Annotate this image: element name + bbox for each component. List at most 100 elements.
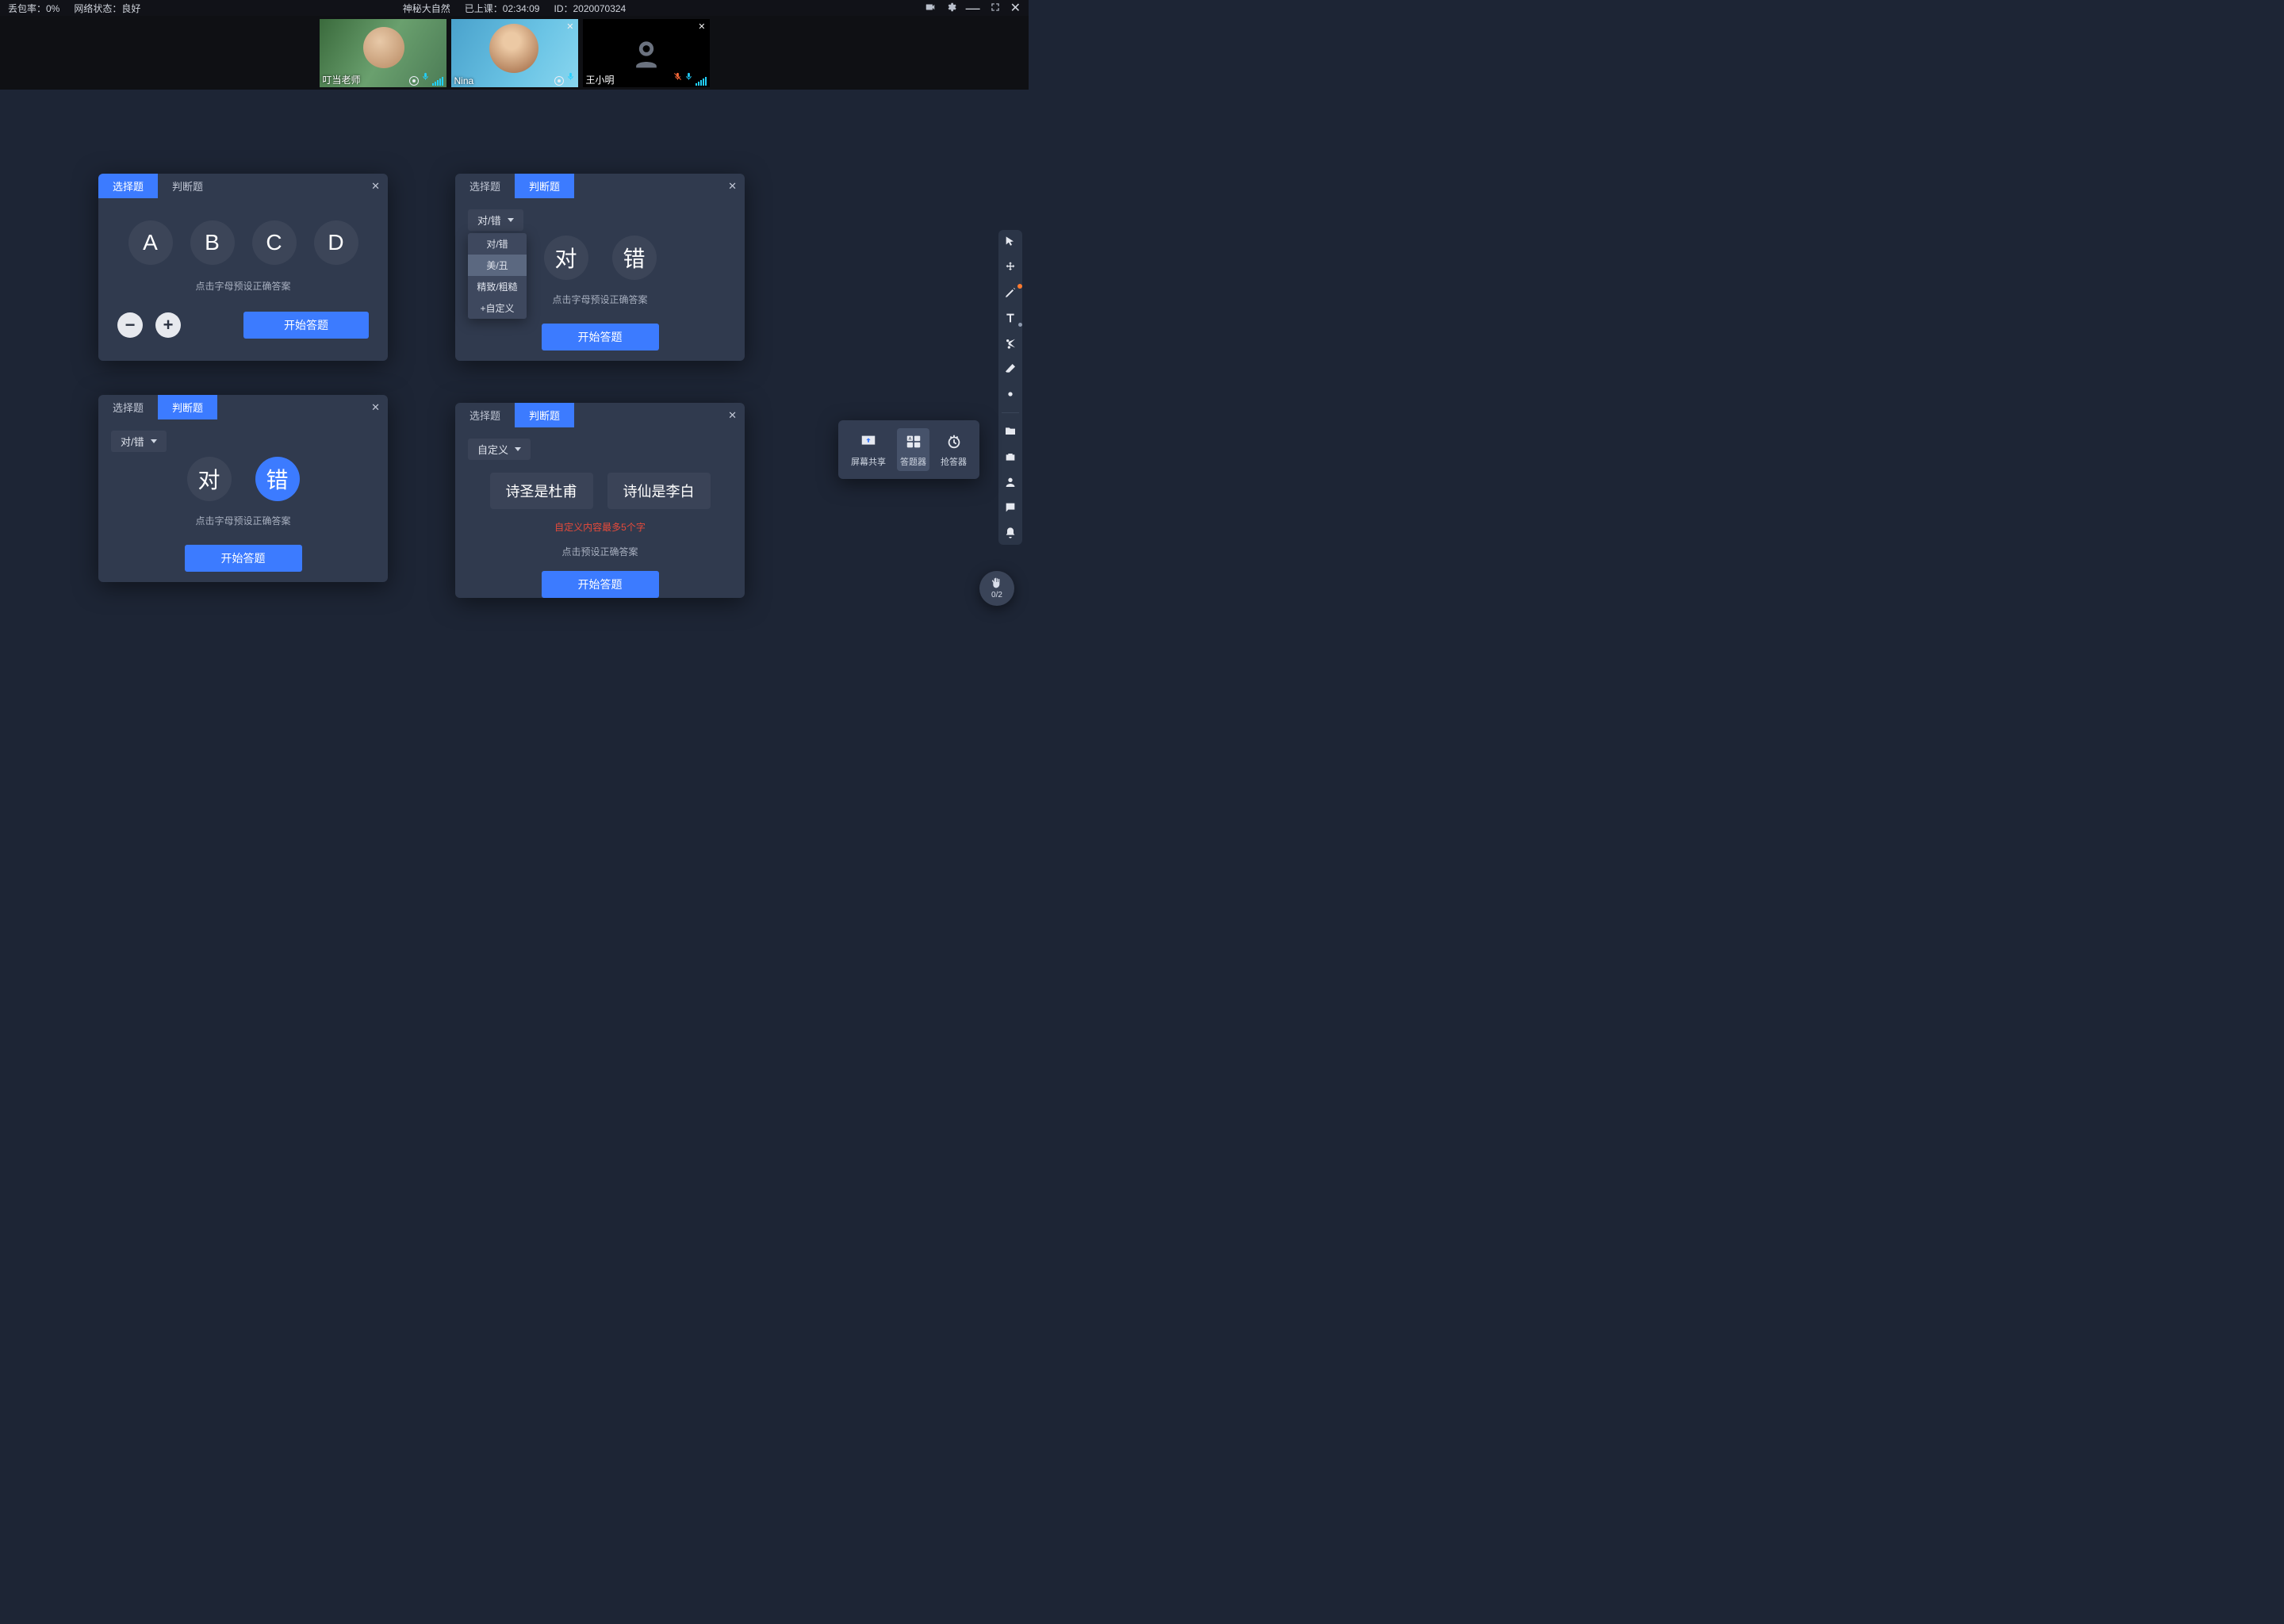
divider [1002, 412, 1019, 413]
mic-icon[interactable] [684, 71, 693, 86]
tab-truefalse[interactable]: 判断题 [515, 174, 574, 198]
dropdown-value: 对/错 [477, 213, 501, 228]
svg-text:A: A [908, 437, 911, 442]
move-tool-icon[interactable] [1003, 260, 1017, 274]
dropdown-item[interactable]: 美/丑 [468, 255, 527, 276]
camera-icon[interactable] [925, 2, 936, 15]
avatar [363, 27, 404, 68]
option-true[interactable]: 对 [544, 236, 588, 280]
start-answer-button[interactable]: 开始答题 [185, 545, 302, 572]
start-answer-button[interactable]: 开始答题 [243, 312, 369, 339]
remove-option-button[interactable]: − [117, 312, 143, 338]
participant-tile[interactable]: ✕ Nina [451, 19, 578, 87]
tab-truefalse[interactable]: 判断题 [515, 403, 574, 427]
view-icon[interactable] [554, 76, 564, 86]
text-tool-icon[interactable] [1003, 311, 1017, 325]
hint-text: 点击预设正确答案 [455, 545, 745, 558]
answer-tool-button[interactable]: A 答题器 [897, 428, 929, 471]
option-true[interactable]: 对 [187, 457, 232, 501]
close-icon[interactable]: ✕ [566, 21, 573, 32]
answer-panel-tf-custom: 选择题 判断题 ✕ 自定义 诗圣是杜甫 诗仙是李白 自定义内容最多5个字 点击预… [455, 403, 745, 598]
bell-icon[interactable] [1003, 526, 1017, 540]
laser-pointer-icon[interactable] [1003, 387, 1017, 401]
raise-hand-count: 0/2 [991, 591, 1002, 599]
toolbox-icon[interactable] [1003, 450, 1017, 464]
dropdown-item[interactable]: 对/错 [468, 233, 527, 255]
answer-panel-tf-selected: 选择题 判断题 ✕ 对/错 对 错 点击字母预设正确答案 开始答题 [98, 395, 388, 582]
signal-bars-icon [432, 77, 443, 86]
answer-panel-choice: 选择题 判断题 ✕ A B C D 点击字母预设正确答案 − + 开始答题 [98, 174, 388, 361]
hint-text: 点击字母预设正确答案 [98, 514, 388, 527]
mic-icon[interactable] [421, 71, 430, 86]
eraser-tool-icon[interactable] [1003, 362, 1017, 376]
option-false[interactable]: 错 [612, 236, 657, 280]
chevron-down-icon [508, 218, 514, 222]
tab-choice[interactable]: 选择题 [98, 395, 158, 419]
room-id-label: ID：2020070324 [554, 2, 626, 15]
close-icon[interactable]: ✕ [698, 21, 705, 32]
close-icon[interactable]: ✕ [371, 180, 380, 193]
tab-choice[interactable]: 选择题 [455, 174, 515, 198]
chevron-down-icon [515, 447, 521, 451]
close-icon[interactable]: ✕ [371, 401, 380, 414]
dropdown-value: 自定义 [477, 442, 508, 457]
topbar: 丢包率：0% 网络状态：良好 神秘大自然 已上课：02:34:09 ID：202… [0, 0, 1029, 16]
screen-share-button[interactable]: 屏幕共享 [848, 428, 889, 471]
close-icon[interactable]: ✕ [728, 409, 737, 422]
gear-icon[interactable] [945, 2, 956, 15]
option-c[interactable]: C [252, 220, 297, 265]
chat-icon[interactable] [1003, 500, 1017, 515]
minimize-icon[interactable]: — [966, 4, 980, 12]
maximize-icon[interactable] [990, 2, 1001, 15]
answer-panel-tf-dropdown: 选择题 判断题 ✕ 对/错 对/错 美/丑 精致/粗糙 +自定义 对 错 点击字… [455, 174, 745, 361]
custom-chip-2[interactable]: 诗仙是李白 [607, 473, 711, 509]
tf-type-dropdown-menu[interactable]: 对/错 美/丑 精致/粗糙 +自定义 [468, 233, 527, 319]
pen-tool-icon[interactable] [1003, 285, 1017, 300]
option-false[interactable]: 错 [255, 457, 300, 501]
tab-truefalse[interactable]: 判断题 [158, 395, 217, 419]
room-title: 神秘大自然 [403, 2, 450, 15]
right-toolbar [998, 230, 1022, 545]
mic-muted-icon[interactable] [673, 71, 682, 86]
main-area: 选择题 判断题 ✕ A B C D 点击字母预设正确答案 − + 开始答题 选择… [0, 90, 1029, 733]
popover-label: 抢答器 [941, 455, 967, 468]
participant-tile[interactable]: ✕ 王小明 [583, 19, 710, 87]
tab-choice[interactable]: 选择题 [455, 403, 515, 427]
tools-popover: 屏幕共享 A 答题器 抢答器 [838, 420, 979, 479]
signal-bars-icon [696, 77, 707, 86]
hint-text: 点击字母预设正确答案 [98, 279, 388, 293]
custom-chip-1[interactable]: 诗圣是杜甫 [490, 473, 593, 509]
view-icon[interactable] [409, 76, 419, 86]
person-icon[interactable] [1003, 475, 1017, 489]
cursor-tool-icon[interactable] [1003, 235, 1017, 249]
packet-loss-label: 丢包率：0% [8, 2, 59, 15]
popover-label: 屏幕共享 [851, 455, 886, 468]
close-icon[interactable]: ✕ [1010, 0, 1021, 16]
tab-truefalse[interactable]: 判断题 [158, 174, 217, 198]
dropdown-value: 对/错 [121, 434, 144, 449]
start-answer-button[interactable]: 开始答题 [542, 324, 659, 350]
add-option-button[interactable]: + [155, 312, 181, 338]
option-d[interactable]: D [314, 220, 358, 265]
start-answer-button[interactable]: 开始答题 [542, 571, 659, 598]
participant-tile[interactable]: 叮当老师 [320, 19, 446, 87]
raise-hand-badge[interactable]: 0/2 [979, 571, 1014, 606]
camera-off-icon [629, 36, 664, 71]
dropdown-item[interactable]: 精致/粗糙 [468, 276, 527, 297]
tf-type-dropdown[interactable]: 对/错 [468, 209, 523, 231]
option-b[interactable]: B [190, 220, 235, 265]
tab-choice[interactable]: 选择题 [98, 174, 158, 198]
error-hint: 自定义内容最多5个字 [455, 520, 745, 534]
option-a[interactable]: A [128, 220, 173, 265]
dropdown-item[interactable]: +自定义 [468, 297, 527, 319]
tf-type-dropdown[interactable]: 自定义 [468, 439, 531, 460]
buzz-tool-button[interactable]: 抢答器 [937, 428, 970, 471]
close-icon[interactable]: ✕ [728, 180, 737, 193]
popover-label: 答题器 [900, 455, 926, 468]
chevron-down-icon [151, 439, 157, 443]
tf-type-dropdown[interactable]: 对/错 [111, 431, 167, 452]
folder-icon[interactable] [1003, 424, 1017, 439]
scissors-icon[interactable] [1003, 336, 1017, 350]
session-time-label: 已上课：02:34:09 [465, 2, 540, 15]
mic-icon[interactable] [566, 71, 575, 86]
